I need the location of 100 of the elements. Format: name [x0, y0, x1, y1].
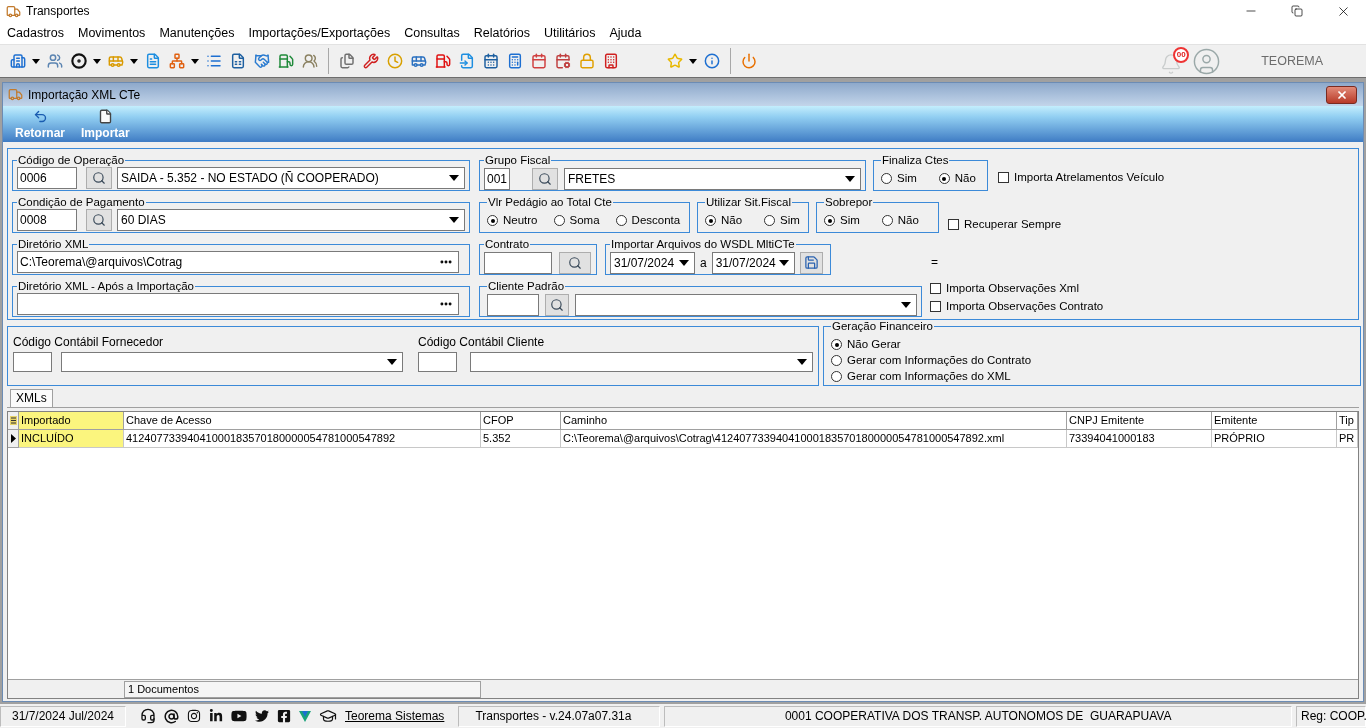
logo-icon[interactable] [299, 710, 311, 722]
date-dropdown[interactable]: 31/07/2024 [610, 251, 695, 274]
building-icon[interactable] [603, 53, 619, 69]
search-button[interactable] [545, 293, 569, 316]
input-field[interactable] [418, 352, 457, 372]
radio-button[interactable] [553, 215, 565, 226]
fuel-pump-icon[interactable] [278, 53, 294, 69]
caret-icon[interactable] [689, 58, 697, 64]
bus-icon[interactable] [411, 53, 427, 69]
file-import-icon[interactable] [459, 53, 475, 69]
building-icon[interactable] [10, 53, 26, 69]
people-icon[interactable] [302, 53, 318, 69]
calendar-icon[interactable] [531, 53, 547, 69]
radio-button[interactable] [764, 215, 776, 226]
radio-button[interactable] [938, 173, 950, 184]
spreadsheet-icon[interactable] [230, 53, 246, 69]
radio-label[interactable]: Gerar com Informações do Contrato [847, 354, 1032, 367]
youtube-icon[interactable] [231, 708, 247, 724]
radio-button[interactable] [824, 215, 835, 226]
radio-button[interactable] [831, 355, 842, 366]
tire-icon[interactable] [71, 53, 87, 69]
calendar-icon[interactable] [483, 53, 499, 69]
menu-item[interactable]: Relatórios [466, 26, 538, 40]
radio-button[interactable] [831, 339, 842, 350]
menu-item[interactable]: Ajuda [602, 26, 649, 40]
tab[interactable]: XMLs [10, 389, 53, 407]
calculator-icon[interactable] [507, 53, 523, 69]
code-field[interactable]: 0006 [17, 167, 77, 189]
close-button[interactable] [1326, 85, 1357, 104]
caret-icon[interactable] [93, 58, 101, 64]
radio-label[interactable]: Soma [569, 214, 600, 227]
caret-icon[interactable] [130, 58, 138, 64]
instagram-icon[interactable] [187, 709, 201, 723]
at-sign-icon[interactable] [164, 708, 179, 724]
checkbox[interactable] [930, 283, 941, 294]
radio-button[interactable] [831, 371, 842, 382]
radio-label[interactable]: Neutro [503, 214, 538, 227]
radio-button[interactable] [487, 215, 498, 226]
column-header[interactable]: Tip [1337, 412, 1358, 430]
column-header[interactable]: Emitente [1212, 412, 1337, 430]
calendar-gear-icon[interactable] [555, 53, 571, 69]
search-button[interactable] [86, 167, 112, 189]
dropdown[interactable] [575, 293, 917, 316]
star-icon[interactable] [667, 53, 683, 69]
wrench-icon[interactable] [363, 53, 379, 69]
hierarchy-icon[interactable] [169, 53, 185, 69]
menu-item[interactable]: Consultas [397, 26, 467, 40]
radio-label[interactable]: Não Gerar [847, 338, 901, 351]
checkbox[interactable] [930, 301, 941, 312]
caret-icon[interactable] [32, 58, 40, 64]
twitter-icon[interactable] [255, 709, 269, 723]
radio-label[interactable]: Sim [840, 214, 860, 227]
list-icon[interactable] [206, 53, 222, 69]
checkbox-label[interactable]: Recuperar Sempre [964, 218, 1062, 231]
radio-label[interactable]: Desconta [631, 214, 681, 227]
input-field[interactable] [13, 352, 52, 372]
handshake-icon[interactable] [254, 53, 270, 69]
radio-button[interactable] [881, 215, 893, 226]
column-header[interactable]: Importado [19, 412, 124, 430]
search-button[interactable] [86, 209, 112, 231]
column-header[interactable]: CFOP [481, 412, 561, 430]
path-field[interactable] [17, 293, 459, 315]
date-dropdown[interactable]: 31/07/2024 [711, 251, 795, 274]
column-header[interactable]: Caminho [561, 412, 1067, 430]
menu-item[interactable]: Manutenções [152, 26, 242, 40]
facebook-icon[interactable] [277, 709, 291, 723]
radio-label[interactable]: Sim [897, 172, 917, 185]
menu-item[interactable]: Importações/Exportações [241, 26, 398, 40]
dropdown[interactable] [470, 352, 813, 372]
dropdown[interactable]: SAIDA - 5.352 - NO ESTADO (Ñ COOPERADO) [117, 167, 465, 189]
radio-label[interactable]: Não [897, 214, 919, 227]
checkbox-label[interactable]: Importa Observações Contrato [946, 300, 1104, 313]
radio-button[interactable] [615, 215, 627, 226]
checkbox[interactable] [948, 219, 959, 230]
input-field[interactable] [484, 251, 552, 274]
radio-label[interactable]: Gerar com Informações do XML [847, 370, 1011, 383]
checkbox[interactable] [998, 172, 1009, 183]
radio-label[interactable]: Sim [780, 214, 800, 227]
save-button[interactable] [799, 251, 823, 274]
menu-item[interactable]: Movimentos [71, 26, 153, 40]
path-field[interactable]: C:\Teorema\@arquivos\Cotrag [17, 251, 459, 273]
caret-icon[interactable] [191, 58, 199, 64]
radio-button[interactable] [881, 173, 892, 184]
power-icon[interactable] [741, 53, 757, 69]
dropdown[interactable]: FRETES [564, 167, 861, 190]
people-icon[interactable] [47, 53, 63, 69]
headset-icon[interactable] [140, 708, 156, 724]
dropdown[interactable]: 60 DIAS [117, 209, 465, 231]
column-menu-icon[interactable] [9, 416, 17, 425]
column-header[interactable]: CNPJ Emitente [1067, 412, 1212, 430]
document-icon[interactable] [145, 53, 161, 69]
fuel-pump-icon[interactable] [435, 53, 451, 69]
input-field[interactable] [487, 293, 539, 316]
info-icon[interactable] [704, 53, 720, 69]
checkbox-label[interactable]: Importa Atrelamentos Veículo [1014, 171, 1165, 184]
linkedin-icon[interactable] [209, 709, 223, 723]
code-field[interactable]: 001 [484, 167, 510, 190]
menu-item[interactable]: Utilitários [537, 26, 603, 40]
dropdown[interactable] [61, 352, 403, 372]
code-field[interactable]: 0008 [17, 209, 77, 231]
